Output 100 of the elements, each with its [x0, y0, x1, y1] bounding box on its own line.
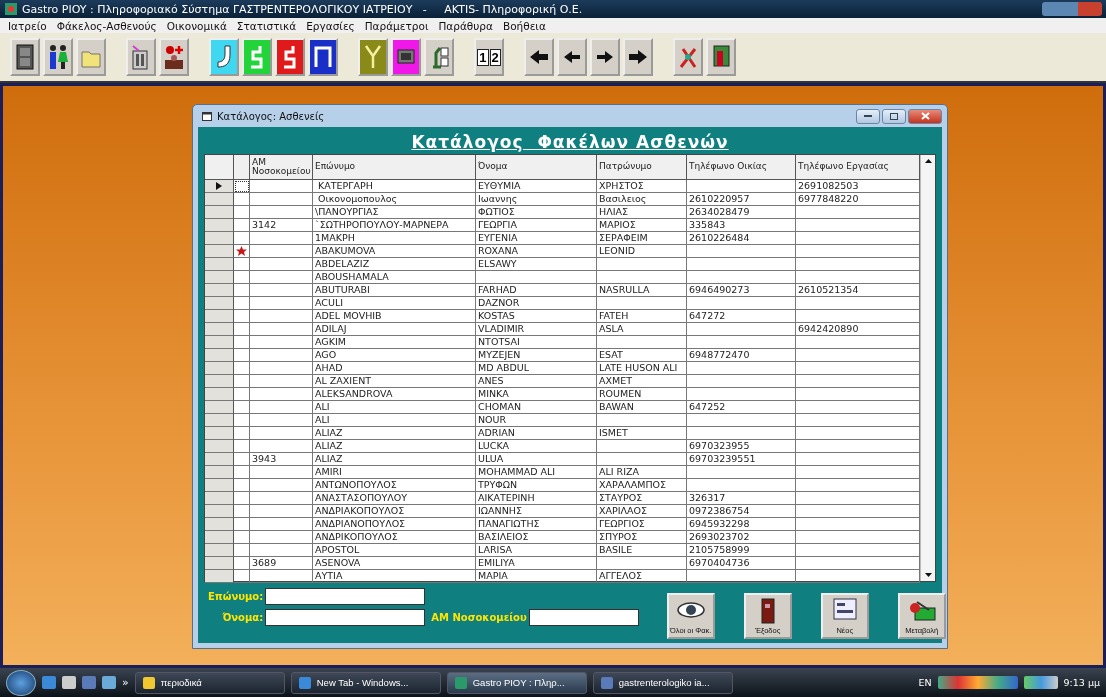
table-cell [250, 258, 313, 271]
tray-icons[interactable] [937, 676, 1018, 689]
table-cell: ALIAZ [313, 440, 476, 453]
start-button[interactable] [6, 669, 36, 696]
toolbar-button[interactable] [10, 38, 40, 76]
table-cell: VLADIMIR [476, 323, 597, 336]
table-cell [250, 375, 313, 388]
table-cell [250, 570, 313, 583]
table-cell: Οικονομοπουλος [313, 193, 476, 206]
scroll-up-icon [924, 159, 932, 163]
table-cell: ESAT [597, 349, 687, 362]
column-header[interactable]: Όνομα [476, 155, 597, 180]
toolbar-button[interactable]: 1 2 [474, 38, 504, 76]
document-icon [599, 675, 614, 690]
language-indicator[interactable]: EN [918, 677, 932, 688]
column-header[interactable]: Τηλέφωνο Εργασίας [796, 155, 920, 180]
table-cell: ΣΕΡΑΦΕΙΜ [597, 232, 687, 245]
toolbar-button[interactable] [706, 38, 736, 76]
table-cell: 6977848220 [796, 193, 920, 206]
table-cell [250, 544, 313, 557]
menu-item[interactable]: Παράμετροι [364, 19, 429, 32]
table-cell: ΑΓΓΕΛΟΣ [597, 570, 687, 583]
table-cell: DAZNOR [476, 297, 597, 310]
table-cell: 3142 [250, 219, 313, 232]
table-cell: 335843 [687, 219, 796, 232]
close-button[interactable] [908, 108, 942, 124]
table-cell: 6946490273 [687, 284, 796, 297]
toolbar-button[interactable] [391, 38, 421, 76]
table-cell: LEONID [597, 245, 687, 258]
menu-item[interactable]: Εργασίες [306, 19, 355, 32]
fork-icon [362, 43, 384, 71]
table-cell [250, 531, 313, 544]
surname-field[interactable] [265, 588, 426, 605]
menu-item[interactable]: Φάκελος-Ασθενούς [56, 19, 157, 32]
menu-item[interactable]: Ιατρείο [8, 19, 47, 32]
toolbar-button[interactable] [590, 38, 620, 76]
header-cell [234, 155, 250, 180]
table-cell: 326317 [687, 492, 796, 505]
toolbar-button[interactable] [43, 38, 73, 76]
taskbar-item[interactable]: New Tab - Windows... [290, 671, 441, 694]
table-cell: ΧΡΗΣΤΟΣ [597, 180, 687, 193]
table-cell: BASILE [597, 544, 687, 557]
toolbar-button[interactable] [126, 38, 156, 76]
toolbar-button[interactable] [308, 38, 338, 76]
table-cell: ADEL MOVHIB [313, 310, 476, 323]
menu-item[interactable]: Παράθυρα [438, 19, 493, 32]
table-cell: ΧΑΡΙΛΑΟΣ [597, 505, 687, 518]
taskbar-item[interactable]: Gastro PIOY : Πληρ... [446, 671, 587, 694]
table-cell: LUCKA [476, 440, 597, 453]
column-header[interactable]: Επώνυμο [313, 155, 476, 180]
toolbar-button[interactable] [557, 38, 587, 76]
table-cell [250, 310, 313, 323]
table-cell: 2105758999 [687, 544, 796, 557]
table-cell: ΑΝΔΡΙΚΟΠΟΥΛΟΣ [313, 531, 476, 544]
table-cell: 6942420890 [796, 323, 920, 336]
system-icons[interactable] [1023, 676, 1058, 689]
taskbar-item[interactable]: περιοδικά [134, 671, 285, 694]
toolbar-button[interactable] [159, 38, 189, 76]
hospital-id-field[interactable] [528, 609, 639, 626]
toolbar-button[interactable] [623, 38, 653, 76]
table-cell [250, 232, 313, 245]
table-cell: MD ABDUL [476, 362, 597, 375]
table-cell: ABOUSHAMALA [313, 271, 476, 284]
menu-item[interactable]: Στατιστικά [236, 19, 297, 32]
table-cell: 3943 [250, 453, 313, 466]
toolbar-button[interactable] [524, 38, 554, 76]
app-icon [453, 675, 468, 690]
table-cell: 1ΜΑΚΡΗ [313, 232, 476, 245]
table-cell [250, 440, 313, 453]
column-header[interactable]: Τηλέφωνο Οικίας [687, 155, 796, 180]
table-cell [250, 206, 313, 219]
form-heading: Κατάλογος Φακέλων Ασθενών [411, 132, 729, 152]
menu-item[interactable]: Βοήθεια [502, 19, 546, 32]
column-header[interactable]: AM Νοσοκομείου [250, 155, 313, 180]
column-header[interactable]: Πατρώνυμο [597, 155, 687, 180]
table-cell [250, 388, 313, 401]
menu-item[interactable]: Οικονομικά [166, 19, 227, 32]
table-cell: ΓΕΩΡΓΙΟΣ [597, 518, 687, 531]
scrollbar[interactable] [920, 155, 935, 581]
table-cell: APOSTOL [313, 544, 476, 557]
toolbar-button[interactable] [424, 38, 454, 76]
table-cell: LATE HUSON ALI [597, 362, 687, 375]
maximize-icon [890, 112, 898, 120]
minimize-button[interactable] [856, 108, 880, 124]
name-field[interactable] [265, 609, 426, 626]
window-switch-icon[interactable] [102, 676, 116, 689]
table-cell: ΒΑΣΙΛΕΙΟΣ [476, 531, 597, 544]
table-cell: FATEH [597, 310, 687, 323]
table-cell: AMIRI [313, 466, 476, 479]
table-cell: 2691082503 [796, 180, 920, 193]
table-cell [250, 479, 313, 492]
table-cell: ΣΠΥΡΟΣ [597, 531, 687, 544]
table-cell: 2693023702 [687, 531, 796, 544]
table-cell: NTOTSAI [476, 336, 597, 349]
taskbar-item[interactable]: gastrenterologiko ia... [592, 671, 733, 694]
maximize-button[interactable] [882, 108, 906, 124]
table-cell: ABAKUMOVA [313, 245, 476, 258]
row-selector[interactable] [205, 180, 234, 193]
table-cell: ΙΩΑΝΝΗΣ [476, 505, 597, 518]
overflow-button[interactable]: » [122, 676, 129, 689]
